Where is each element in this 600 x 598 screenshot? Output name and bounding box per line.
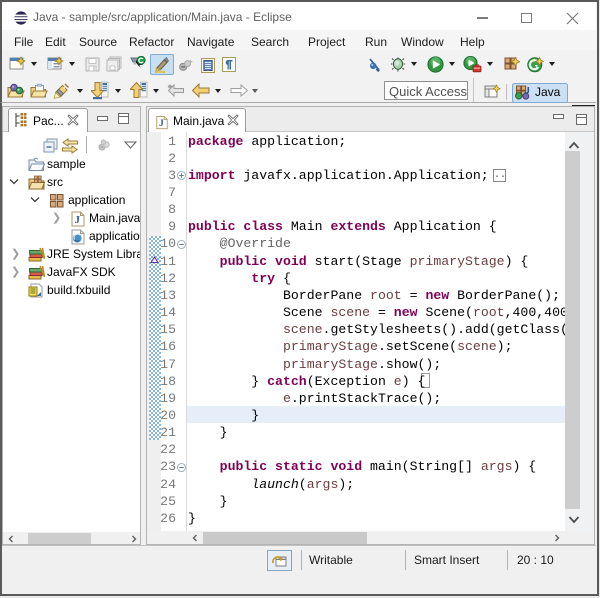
svg-text:J: J <box>75 214 81 226</box>
svg-text:J: J <box>159 118 164 129</box>
